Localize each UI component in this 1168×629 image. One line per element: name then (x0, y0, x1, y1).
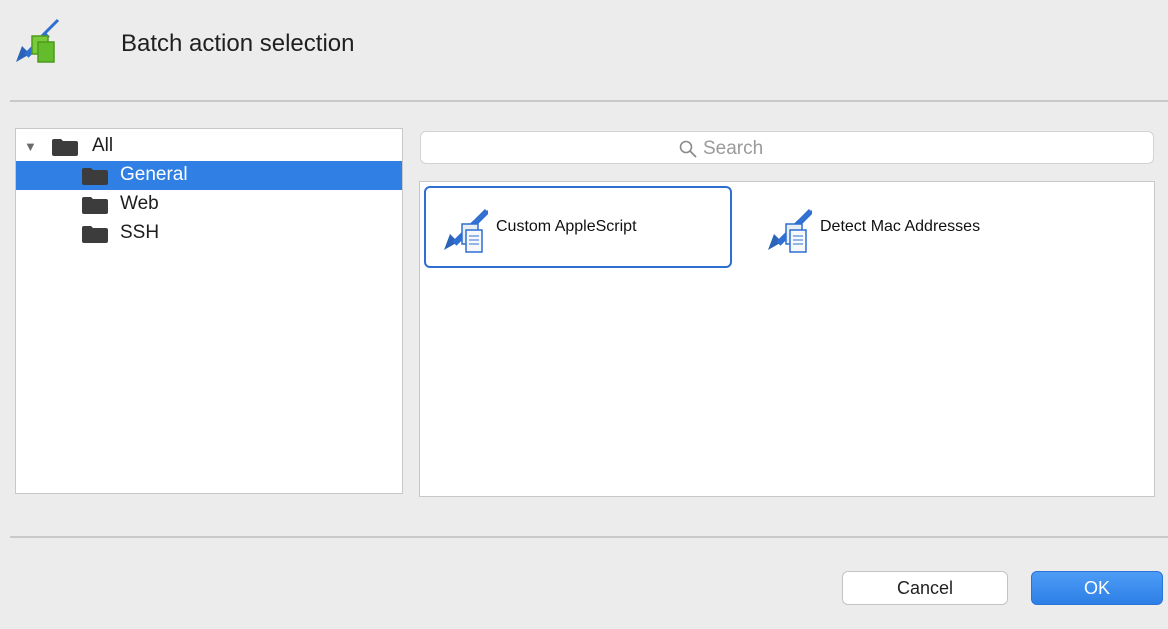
tree-item-label: SSH (120, 222, 160, 243)
script-pencil-icon (764, 204, 812, 256)
action-custom-applescript[interactable]: Custom AppleScript (424, 186, 732, 268)
tree-item-label: General (120, 164, 188, 185)
action-label: Custom AppleScript (496, 218, 637, 235)
tree-item-all[interactable]: ▼ All (16, 132, 402, 161)
cancel-button[interactable]: Cancel (842, 571, 1008, 605)
ok-button[interactable]: OK (1031, 571, 1163, 605)
tree-item-ssh[interactable]: SSH (16, 219, 402, 248)
footer-divider (10, 536, 1168, 538)
script-pencil-icon (440, 204, 488, 256)
search-icon (679, 140, 697, 158)
folder-icon (82, 196, 108, 214)
folder-icon (82, 225, 108, 243)
action-label: Detect Mac Addresses (820, 218, 981, 235)
header-divider (10, 100, 1168, 102)
disclosure-triangle-icon[interactable]: ▼ (24, 139, 37, 154)
tree-item-label: Web (120, 193, 159, 214)
folder-icon (82, 167, 108, 185)
tree-item-web[interactable]: Web (16, 190, 402, 219)
dialog-title: Batch action selection (121, 30, 355, 57)
tree-item-label: All (92, 135, 114, 156)
search-placeholder: Search (703, 138, 764, 159)
action-detect-mac-addresses[interactable]: Detect Mac Addresses (748, 186, 1056, 268)
actions-grid: Custom AppleScript Detect Mac Addresses (419, 181, 1155, 497)
folder-icon (52, 138, 78, 156)
category-tree: ▼ All General Web SSH (15, 128, 403, 494)
tree-item-general[interactable]: General (16, 161, 402, 190)
search-input[interactable]: Search (420, 131, 1154, 164)
batch-pencil-icon (12, 14, 60, 66)
dialog-header: Batch action selection (0, 0, 1168, 100)
